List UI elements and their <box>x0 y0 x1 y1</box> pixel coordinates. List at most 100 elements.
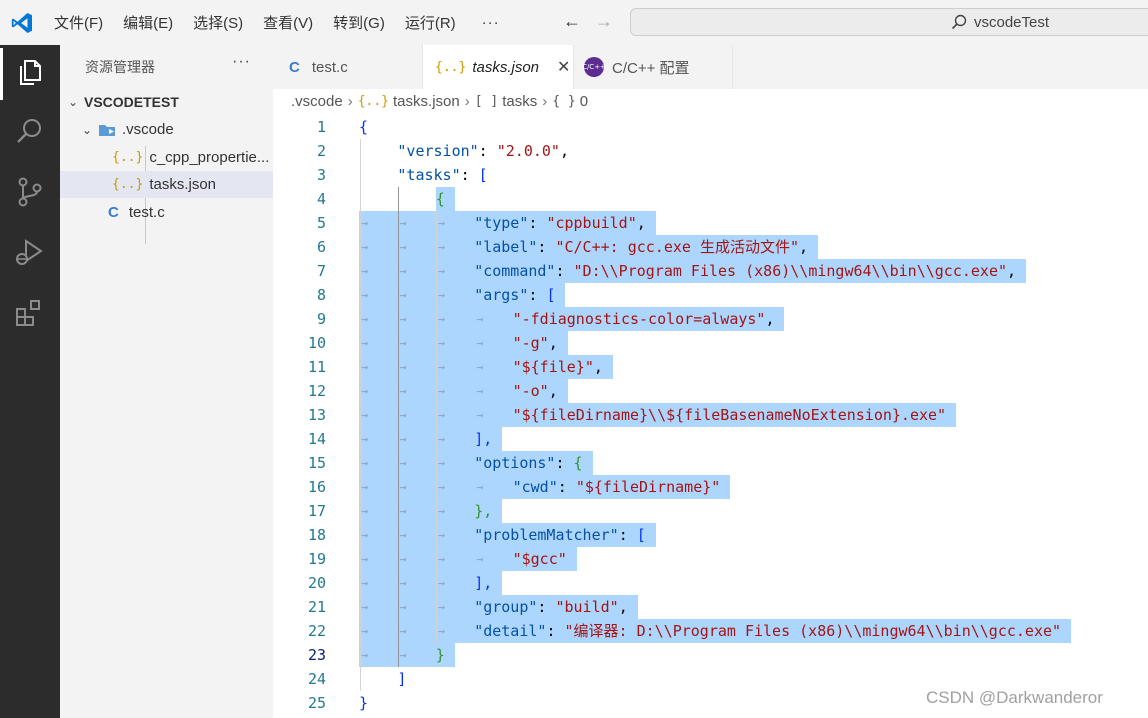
breadcrumb-symbol-tasks[interactable]: tasks <box>502 93 537 110</box>
code-line[interactable]: 5 → → → "type": "cppbuild", <box>273 211 1148 235</box>
code-line[interactable]: 11 → → → → "${file}", <box>273 355 1148 379</box>
breadcrumb-symbol-index[interactable]: 0 <box>580 93 588 110</box>
json-key: "args" <box>474 286 529 304</box>
line-number: 4 <box>316 190 326 208</box>
code-line[interactable]: 7 → → → "command": "D:\\Program Files (x86)\… <box>273 259 1148 283</box>
close-icon[interactable]: ✕ <box>557 57 570 77</box>
code-text: "cwd": "${fileDirname}" <box>513 475 721 499</box>
json-punctuation: , <box>548 382 558 400</box>
whitespace-tab-marker: → <box>437 336 446 350</box>
json-punctuation: { <box>573 454 583 472</box>
menu-selection[interactable]: 选择(S) <box>193 12 243 33</box>
line-number: 19 <box>307 550 326 568</box>
code-editor[interactable]: 1{2 "version": "2.0.0", 3 "tasks": [4{5 → → → "… <box>273 113 1148 718</box>
line-number: 3 <box>316 166 326 184</box>
tree-root-folder[interactable]: ⌄ VSCODETEST <box>60 88 281 115</box>
json-string: "cppbuild" <box>546 214 637 232</box>
code-text: } <box>359 691 368 715</box>
code-line[interactable]: 2 "version": "2.0.0", <box>273 139 1148 163</box>
tab-tasks-json[interactable]: {..} tasks.json ✕ <box>423 45 574 89</box>
line-number: 12 <box>307 382 326 400</box>
forward-arrow-icon[interactable]: → <box>595 11 613 32</box>
command-center-search[interactable]: vscodeTest <box>630 8 1148 36</box>
json-string: "2.0.0" <box>496 142 560 160</box>
menu-go[interactable]: 转到(G) <box>333 12 385 33</box>
json-string: "-o" <box>512 382 549 400</box>
line-number: 7 <box>316 262 326 280</box>
code-line[interactable]: 19 → → → → "$gcc" <box>273 547 1148 571</box>
json-punctuation: ], <box>474 430 493 448</box>
json-key: "type" <box>474 214 529 232</box>
line-number: 18 <box>307 526 326 544</box>
line-number: 11 <box>307 358 326 376</box>
code-text: "group": "build", <box>474 595 628 619</box>
code-text: "tasks": [ <box>397 163 487 187</box>
explorer-more-button[interactable]: ··· <box>232 53 251 71</box>
tree-file-c-cpp-properties[interactable]: {..} c_cpp_propertie... <box>60 144 273 171</box>
json-file-icon: {..} <box>112 177 144 192</box>
whitespace-tab-marker: → <box>437 600 446 614</box>
line-number: 5 <box>316 214 326 232</box>
json-punctuation: , <box>593 358 603 376</box>
code-line[interactable]: 10 → → → → "-g", <box>273 331 1148 355</box>
search-icon[interactable] <box>13 114 47 148</box>
json-punctuation: : <box>555 262 574 280</box>
code-text: ], <box>474 571 492 595</box>
json-punctuation: : <box>555 454 574 472</box>
code-line[interactable]: 13 → → → → "${fileDirname}\\${fileBasenameNoE… <box>273 403 1148 427</box>
code-line[interactable]: 14 → → →], <box>273 427 1148 451</box>
code-line[interactable]: 15 → → → "options": { <box>273 451 1148 475</box>
tab-cpp-config[interactable]: C/C++ C/C++ 配置 <box>574 45 733 89</box>
json-punctuation: , <box>559 142 569 160</box>
code-line[interactable]: 3 "tasks": [ <box>273 163 1148 187</box>
menu-edit[interactable]: 编辑(E) <box>123 12 173 33</box>
run-debug-icon[interactable] <box>13 235 47 269</box>
code-line[interactable]: 18 → → → "problemMatcher": [ <box>273 523 1148 547</box>
code-text: "version": "2.0.0", <box>397 139 569 163</box>
menu-more-button[interactable]: ··· <box>482 14 500 31</box>
code-line[interactable]: 6 → → → "label": "C/C++: gcc.exe 生成活动文件", <box>273 235 1148 259</box>
code-text: { <box>359 115 368 139</box>
whitespace-tab-marker: → <box>361 576 369 590</box>
code-text: "${file}", <box>513 355 603 379</box>
whitespace-tab-marker: → <box>361 624 369 638</box>
explorer-title: 资源管理器 <box>85 59 155 75</box>
code-text: "type": "cppbuild", <box>474 211 646 235</box>
watermark-text: CSDN @Darkwanderor <box>926 688 1103 707</box>
breadcrumb-folder[interactable]: .vscode <box>291 93 343 110</box>
whitespace-tab-marker: → <box>399 216 407 230</box>
tree-file-test-c[interactable]: C test.c <box>60 199 273 226</box>
tree-folder-vscode[interactable]: ⌄ .vscode <box>60 116 295 143</box>
tree-file-tasks-json[interactable]: {..} tasks.json <box>60 171 273 198</box>
menu-view[interactable]: 查看(V) <box>263 12 313 33</box>
tab-label: C/C++ 配置 <box>612 59 690 77</box>
source-control-icon[interactable] <box>13 175 47 209</box>
code-line[interactable]: 16 → → → → "cwd": "${fileDirname}" <box>273 475 1148 499</box>
code-line[interactable]: 22 → → → "detail": "编译器: D:\\Program Files (… <box>273 619 1148 643</box>
code-line[interactable]: 8 → → → "args": [ <box>273 283 1148 307</box>
whitespace-tab-marker: → <box>399 552 407 566</box>
code-line[interactable]: 1{ <box>273 115 1148 139</box>
code-line[interactable]: 23 → →} <box>273 643 1148 667</box>
json-string: "-g" <box>512 334 549 352</box>
menu-file[interactable]: 文件(F) <box>54 12 103 33</box>
menu-bar: 文件(F) 编辑(E) 选择(S) 查看(V) 转到(G) 运行(R) ··· <box>54 0 520 45</box>
code-line[interactable]: 21 → → → "group": "build", <box>273 595 1148 619</box>
back-arrow-icon[interactable]: ← <box>563 11 581 32</box>
code-line[interactable]: 17 → → →}, <box>273 499 1148 523</box>
code-line[interactable]: 20 → → →], <box>273 571 1148 595</box>
json-key: "detail" <box>474 622 547 640</box>
json-string: "D:\\Program Files (x86)\\mingw64\\bin\\… <box>573 262 1008 280</box>
menu-run[interactable]: 运行(R) <box>405 12 456 33</box>
extensions-icon[interactable] <box>13 296 47 330</box>
indent-guide <box>359 139 361 691</box>
whitespace-tab-marker: → <box>361 312 369 326</box>
explorer-icon[interactable] <box>13 55 47 89</box>
code-line[interactable]: 9 → → → → "-fdiagnostics-color=always", <box>273 307 1148 331</box>
json-string: "$gcc" <box>512 550 567 568</box>
tab-test-c[interactable]: C test.c <box>273 45 423 89</box>
code-line[interactable]: 12 → → → → "-o", <box>273 379 1148 403</box>
code-line[interactable]: 4{ <box>273 187 1148 211</box>
breadcrumb-file[interactable]: tasks.json <box>393 93 460 110</box>
code-text: }, <box>474 499 492 523</box>
